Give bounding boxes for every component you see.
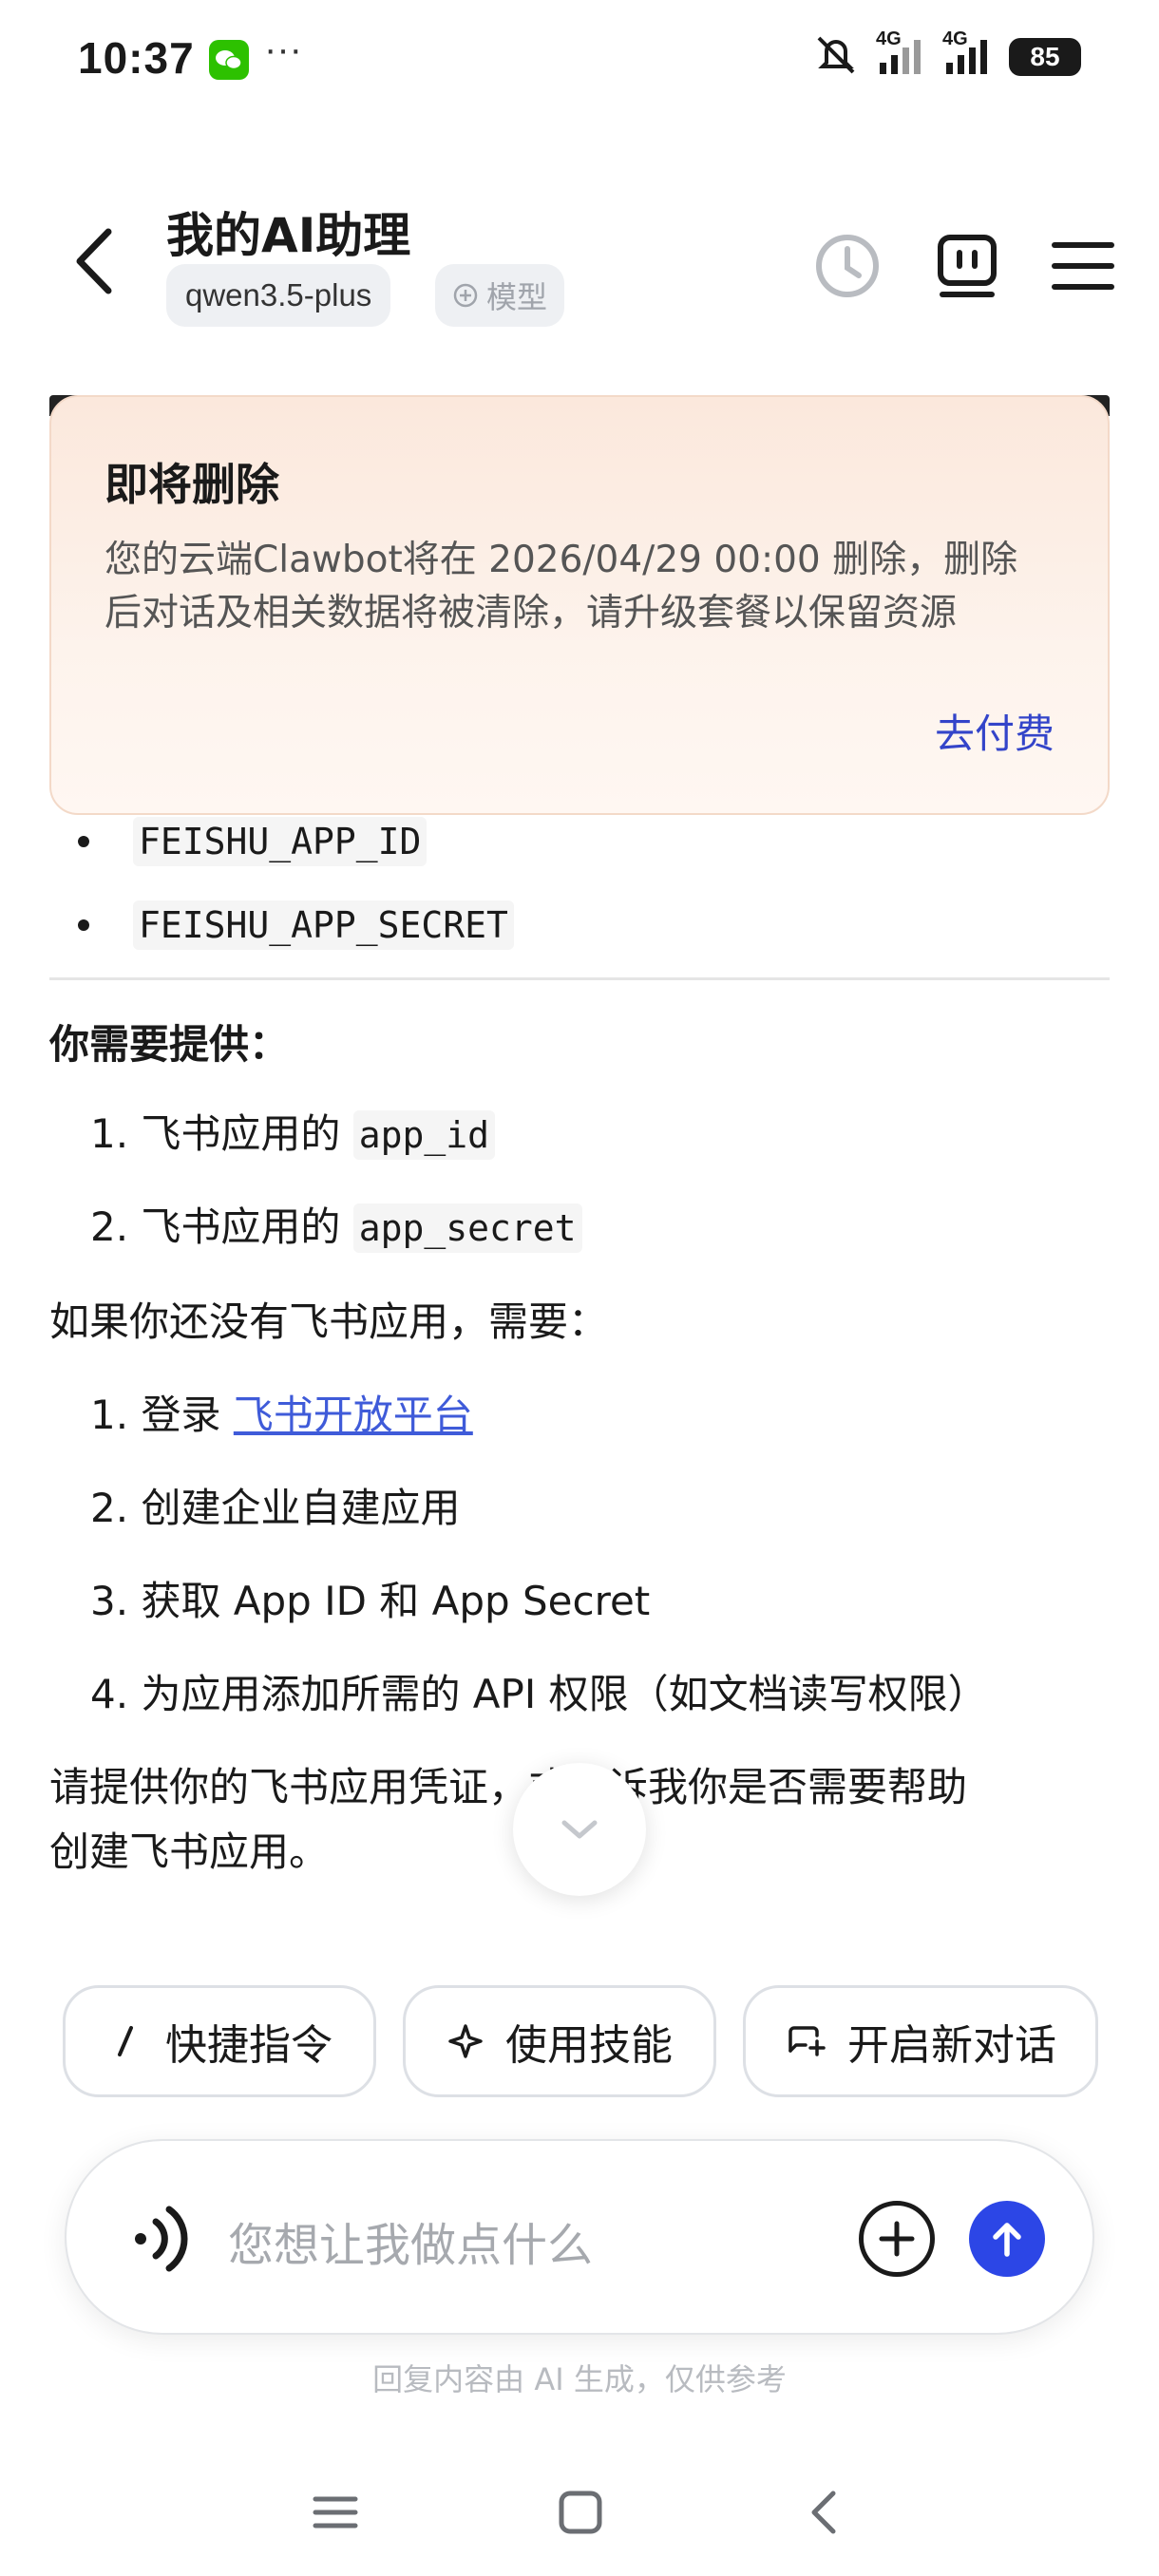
- bot-panel-button[interactable]: [929, 228, 1005, 304]
- code-inline: app_secret: [352, 1203, 582, 1253]
- bot-icon: [938, 235, 997, 297]
- attach-button[interactable]: [859, 2201, 935, 2277]
- page-title: 我的AI助理: [166, 208, 411, 263]
- list-item: 3. 获取 App ID 和 App Secret: [90, 1575, 650, 1628]
- mute-icon: [813, 34, 859, 80]
- square-icon: [559, 2491, 602, 2534]
- chat-header: 我的AI助理 qwen3.5-plus 模型: [0, 180, 1159, 351]
- home-button[interactable]: [547, 2479, 614, 2546]
- voice-wave-icon: [135, 2206, 188, 2272]
- list-item-text: 2. 飞书应用的: [90, 1203, 353, 1250]
- network-type-2: 4G: [942, 28, 968, 49]
- new-chat-button[interactable]: 开启新对话: [743, 1985, 1098, 2097]
- bullet-dot: [78, 836, 89, 847]
- recent-apps-button[interactable]: [302, 2479, 369, 2546]
- hamburger-menu-icon: [1052, 242, 1114, 290]
- list-item: 2. 创建企业自建应用: [90, 1482, 460, 1535]
- clock-icon: [816, 235, 879, 297]
- wechat-notification-icon: [209, 40, 249, 80]
- menu-button[interactable]: [1045, 228, 1121, 304]
- voice-input-button[interactable]: [122, 2198, 198, 2280]
- alert-body: 您的云端Clawbot将在 2026/04/29 00:00 删除，删除后对话及…: [104, 539, 1018, 635]
- code-inline: app_id: [352, 1110, 496, 1160]
- pay-button[interactable]: 去付费: [935, 702, 1054, 760]
- feishu-open-platform-link[interactable]: 飞书开放平台: [234, 1392, 473, 1438]
- list-item: 1. 登录 飞书开放平台: [90, 1389, 473, 1442]
- deletion-alert-card: 即将删除 您的云端Clawbot将在 2026/04/29 00:00 删除，删…: [49, 395, 1110, 815]
- history-button[interactable]: [809, 228, 885, 304]
- list-item-text: 为应用添加所需的 API 权限（如文档读写权限）: [141, 1671, 988, 1717]
- use-skill-button[interactable]: 使用技能: [403, 1985, 716, 2097]
- add-model-label: 模型: [486, 279, 548, 315]
- need-heading: 你需要提供：: [49, 1021, 290, 1068]
- ai-disclaimer: 回复内容由 AI 生成，仅供参考: [372, 2361, 787, 2397]
- list-item: FEISHU_APP_SECRET: [78, 900, 514, 950]
- divider: [49, 977, 1110, 980]
- back-arrow-icon: [76, 228, 112, 294]
- list-item-text: 获取 App ID 和 App Secret: [141, 1578, 651, 1624]
- new-chat-label: 开启新对话: [847, 2021, 1056, 2070]
- message-input[interactable]: 您想让我做点什么: [228, 2207, 593, 2274]
- scroll-to-bottom-button[interactable]: [513, 1763, 646, 1896]
- closing-line-1: 请提供你的飞书应用凭证，或告诉我你是否需要帮助: [49, 1764, 968, 1810]
- list-item-text: 1. 飞书应用的: [90, 1110, 353, 1157]
- status-bar: 10:37 ··· 4G 4G 85: [0, 0, 1159, 119]
- list-item-number: 3.: [90, 1578, 142, 1624]
- system-back-button[interactable]: [790, 2479, 857, 2546]
- menu-lines-icon: [313, 2496, 358, 2529]
- list-item-number: 4.: [90, 1671, 142, 1717]
- status-time: 10:37: [78, 33, 195, 83]
- shortcut-command-button[interactable]: 快捷指令: [63, 1985, 376, 2097]
- plus-icon: [879, 2221, 915, 2257]
- back-button[interactable]: [66, 218, 124, 304]
- chevron-down-icon: [561, 1820, 598, 1839]
- message-input-bar: 您想让我做点什么: [65, 2139, 1094, 2335]
- list-item-text: 登录: [141, 1392, 234, 1438]
- battery-indicator: 85: [1009, 38, 1081, 76]
- list-item-number: 2.: [90, 1485, 142, 1531]
- no-app-heading: 如果你还没有飞书应用，需要：: [49, 1298, 609, 1345]
- add-model-button[interactable]: 模型: [435, 264, 565, 327]
- bullet-dot: [78, 919, 89, 931]
- shortcut-command-label: 快捷指令: [165, 2021, 332, 2070]
- list-item: 2. 飞书应用的 app_secret: [90, 1201, 582, 1255]
- network-type-1: 4G: [876, 28, 902, 49]
- system-navigation-bar: [0, 2451, 1159, 2576]
- use-skill-label: 使用技能: [505, 2021, 673, 2070]
- list-item: 4. 为应用添加所需的 API 权限（如文档读写权限）: [90, 1668, 988, 1721]
- code-inline: FEISHU_APP_ID: [133, 817, 428, 866]
- send-button[interactable]: [969, 2201, 1045, 2277]
- signal-icon-2: 4G: [942, 28, 992, 78]
- closing-line-2: 创建飞书应用。: [49, 1828, 330, 1875]
- chevron-left-icon: [811, 2491, 836, 2534]
- code-inline: FEISHU_APP_SECRET: [133, 900, 514, 950]
- signal-icon-1: 4G: [876, 28, 925, 78]
- slash-icon: [118, 2026, 133, 2056]
- more-notifications-indicator: ···: [264, 28, 302, 70]
- list-item-text: 创建企业自建应用: [141, 1485, 461, 1531]
- status-right-icons: 4G 4G 85: [813, 28, 1081, 80]
- plus-circle-icon: [453, 283, 478, 308]
- list-item-number: 1.: [90, 1392, 142, 1438]
- model-selector[interactable]: qwen3.5-plus: [166, 264, 391, 327]
- alert-title: 即将删除: [104, 459, 279, 510]
- list-item: 1. 飞书应用的 app_id: [90, 1108, 496, 1162]
- sparkle-icon: [448, 2024, 483, 2058]
- list-item: FEISHU_APP_ID: [78, 817, 428, 866]
- new-chat-icon: [788, 2026, 826, 2056]
- arrow-up-icon: [993, 2223, 1021, 2257]
